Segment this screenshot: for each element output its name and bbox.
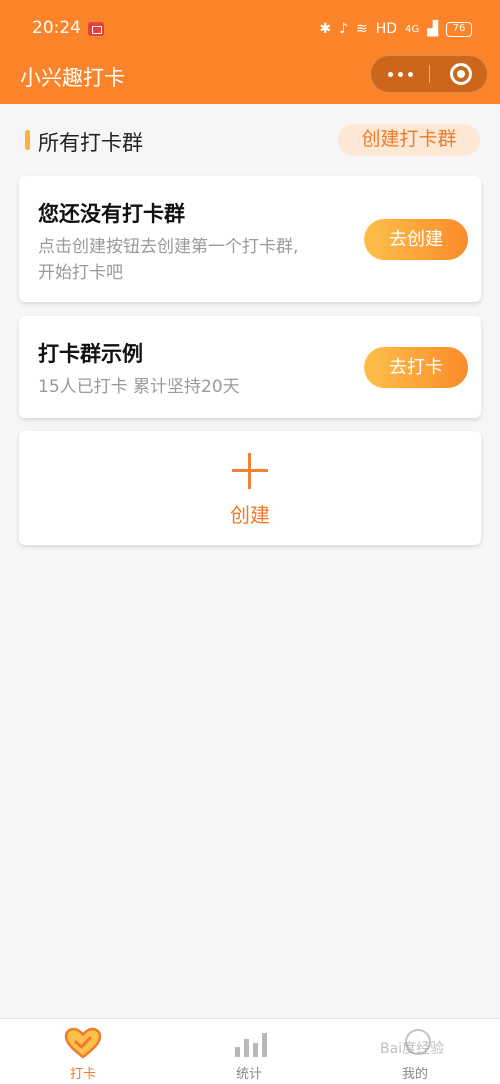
top-bar: 20:24 ✱ ♪ ≋ HD 4G ▟ 76 小兴趣打卡 <box>0 0 500 104</box>
tab-stats-label: 统计 <box>235 1067 262 1082</box>
more-options-button[interactable] <box>371 56 429 92</box>
create-group-button[interactable]: 创建打卡群 <box>338 124 480 156</box>
wifi-icon: ≋ <box>356 21 368 37</box>
dot-icon <box>397 71 403 77</box>
status-bar: 20:24 ✱ ♪ ≋ HD 4G ▟ 76 <box>0 0 500 58</box>
status-indicators: ✱ ♪ ≋ HD 4G ▟ 76 <box>319 18 472 40</box>
example-card-desc: 15人已打卡 累计坚持20天 <box>38 377 240 397</box>
bar-icon-segment <box>262 1033 267 1057</box>
mini-program-capsule <box>370 55 488 93</box>
bar-chart-icon <box>233 1027 273 1059</box>
go-checkin-button[interactable]: 去打卡 <box>364 347 468 388</box>
bluetooth-icon: ✱ <box>319 21 332 37</box>
example-card-title: 打卡群示例 <box>38 342 143 366</box>
close-mini-program-icon[interactable] <box>450 63 472 85</box>
battery-icon: 76 <box>446 21 472 37</box>
section-title: 所有打卡群 <box>38 131 143 155</box>
go-create-button[interactable]: 去创建 <box>364 219 468 260</box>
tab-checkin-label: 打卡 <box>69 1067 96 1082</box>
empty-groups-card: 您还没有打卡群 点击创建按钮去创建第一个打卡群, 开始打卡吧 去创建 <box>19 176 481 302</box>
bar-icon-segment <box>235 1047 240 1057</box>
empty-card-title: 您还没有打卡群 <box>38 202 185 226</box>
section-accent-bar <box>25 130 30 150</box>
example-group-card[interactable]: 打卡群示例 15人已打卡 累计坚持20天 去打卡 <box>19 316 481 418</box>
create-label: 创建 <box>230 503 270 527</box>
create-card[interactable]: 创建 <box>19 431 481 545</box>
screen-record-icon <box>88 22 104 36</box>
empty-card-desc-line2: 开始打卡吧 <box>38 263 123 283</box>
mute-icon: ♪ <box>339 21 349 37</box>
app-title: 小兴趣打卡 <box>20 66 125 90</box>
dot-icon <box>407 71 413 77</box>
network-type: HD <box>375 21 398 37</box>
plus-icon <box>232 453 268 489</box>
watermark-text: Bai度经验 <box>380 1041 445 1057</box>
capsule-divider <box>429 65 430 83</box>
tab-stats[interactable]: 统计 <box>166 1019 332 1084</box>
bar-icon-segment <box>253 1043 258 1057</box>
signal-icon: ▟ <box>427 21 438 37</box>
dot-icon <box>387 71 393 77</box>
heart-check-icon <box>63 1027 103 1059</box>
bar-icon-segment <box>244 1039 249 1057</box>
tab-mine-label: 我的 <box>401 1067 428 1082</box>
signal-label: 4G <box>405 23 420 35</box>
empty-card-desc-line1: 点击创建按钮去创建第一个打卡群, <box>38 237 299 257</box>
status-time: 20:24 <box>32 18 81 38</box>
tab-checkin[interactable]: 打卡 <box>0 1019 166 1084</box>
